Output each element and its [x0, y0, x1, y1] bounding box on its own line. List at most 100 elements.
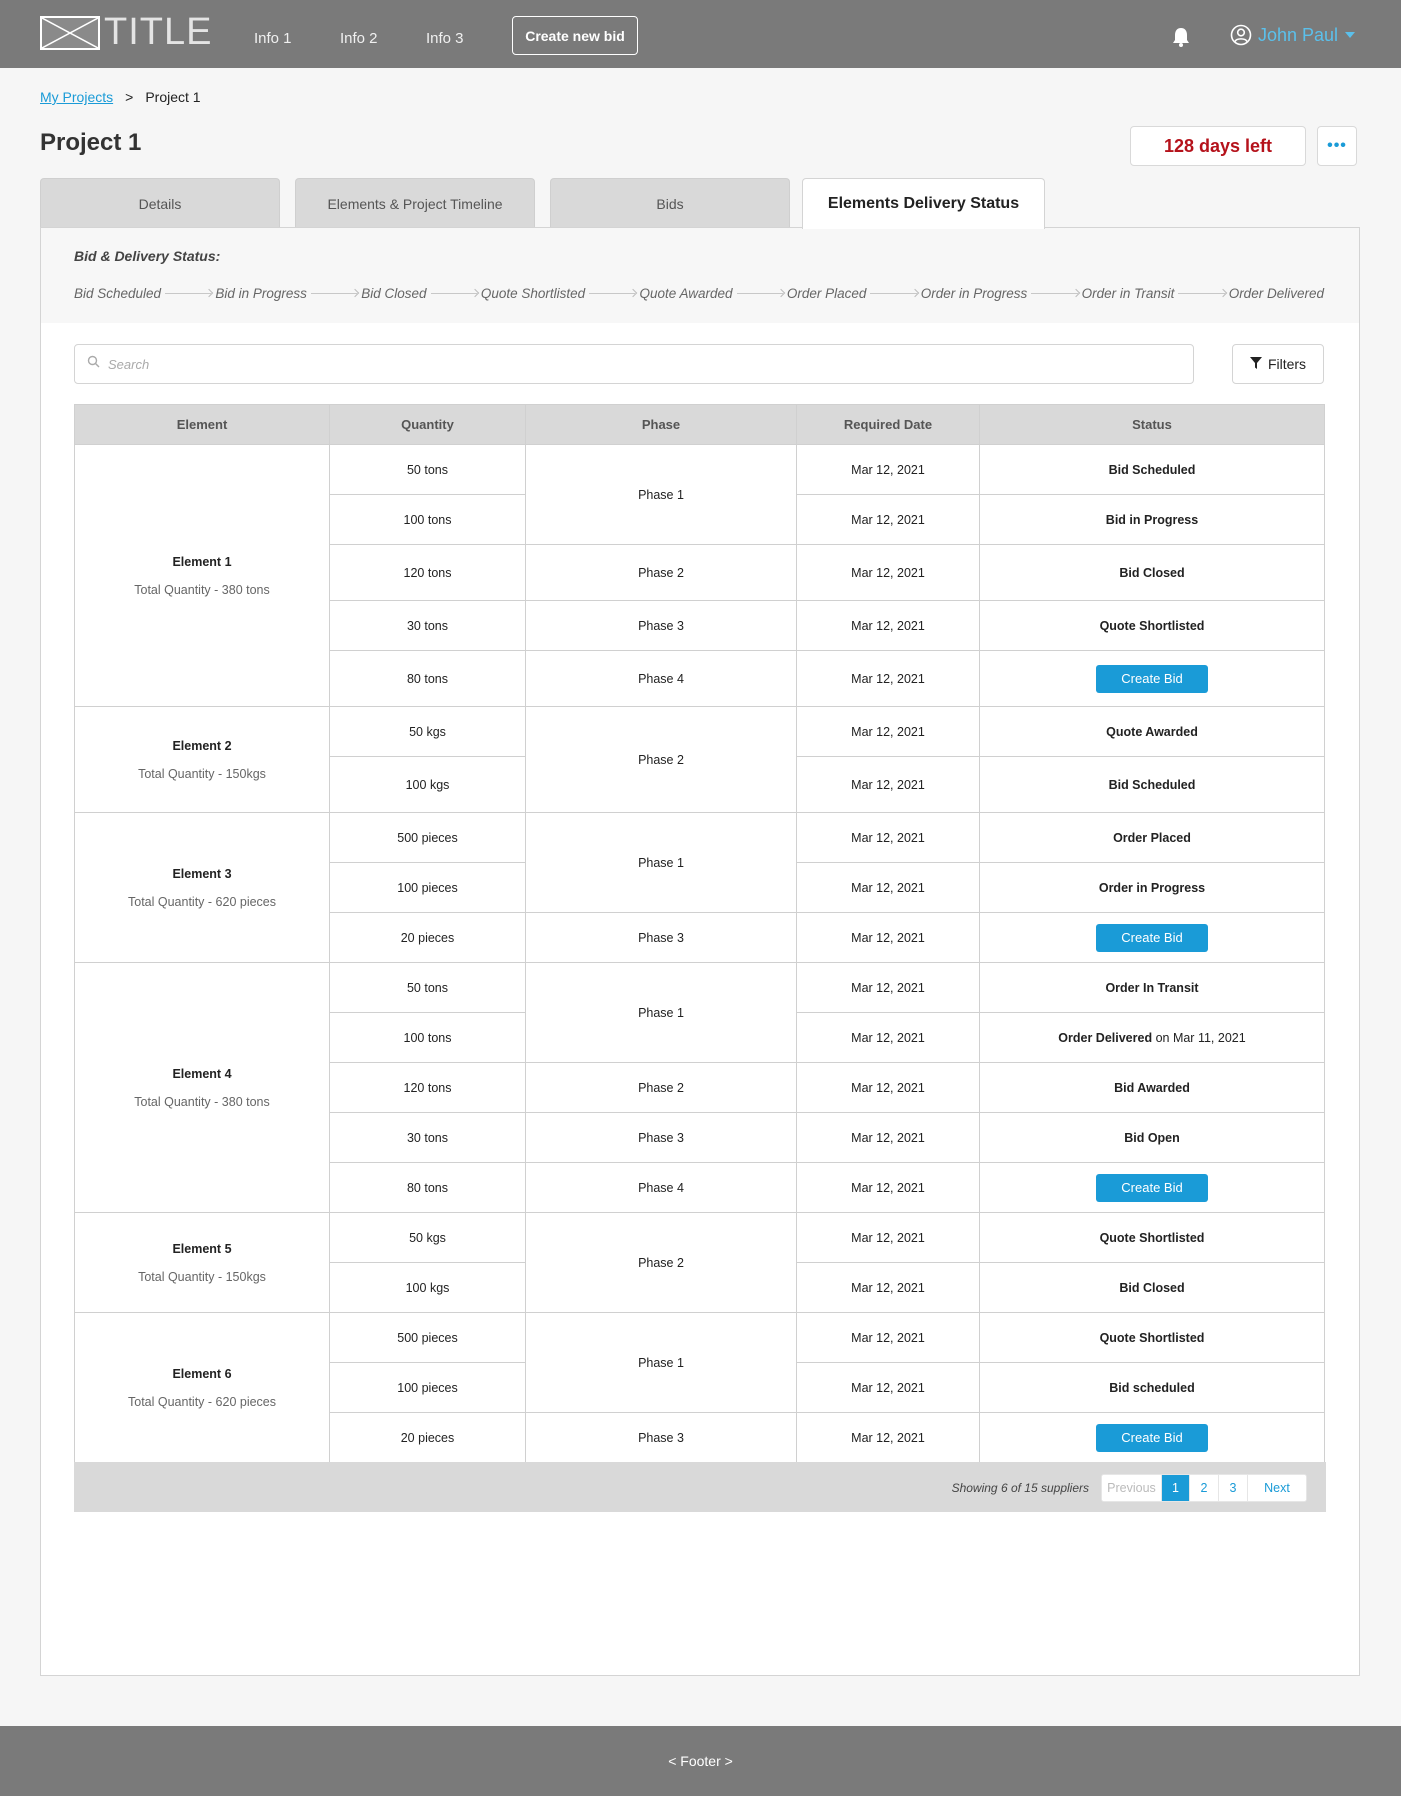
- status-delivered-date: on Mar 11, 2021: [1152, 1030, 1246, 1045]
- create-bid-button[interactable]: Create Bid: [1096, 923, 1208, 952]
- status-cell: Bid Awarded: [979, 1062, 1325, 1113]
- tab-elements-project-timeline[interactable]: Elements & Project Timeline: [295, 178, 535, 228]
- logo-icon[interactable]: [40, 16, 100, 50]
- element-name: Element 5: [172, 1241, 232, 1256]
- tab-details[interactable]: Details: [40, 178, 280, 228]
- search-icon: [87, 355, 100, 373]
- table-row: Element 2 Total Quantity - 150kgs 50 kgs…: [74, 706, 1325, 813]
- status-cell: Create Bid: [979, 912, 1325, 963]
- date-cell: Mar 12, 2021: [796, 544, 980, 601]
- quantity-cell: 20 pieces: [329, 912, 526, 963]
- pagination-page-2[interactable]: 2: [1190, 1475, 1219, 1501]
- quantity-cell: 50 kgs: [329, 1212, 526, 1263]
- breadcrumb: My Projects > Project 1: [40, 88, 201, 106]
- create-bid-button[interactable]: Create Bid: [1096, 1423, 1208, 1452]
- pagination-next[interactable]: Next: [1248, 1475, 1306, 1501]
- quantity-cell: 100 pieces: [329, 862, 526, 913]
- element-name: Element 3: [172, 866, 232, 881]
- quantity-cell: 50 tons: [329, 444, 526, 495]
- status-cell: Create Bid: [979, 1412, 1325, 1463]
- page-title: Project 1: [40, 129, 142, 156]
- date-cell: Mar 12, 2021: [796, 1312, 980, 1363]
- element-cell: Element 2 Total Quantity - 150kgs: [74, 706, 330, 813]
- column-header-required-date[interactable]: Required Date: [796, 404, 980, 445]
- column-header-quantity[interactable]: Quantity: [329, 404, 526, 445]
- status-cell: Bid Scheduled: [979, 444, 1325, 495]
- step-arrow: [736, 292, 783, 294]
- element-name: Element 4: [172, 1066, 232, 1081]
- phase-cell: Phase 1: [525, 1312, 797, 1413]
- phase-cell: Phase 2: [525, 1212, 797, 1313]
- nav-link-info-2[interactable]: Info 2: [340, 30, 378, 48]
- date-cell: Mar 12, 2021: [796, 912, 980, 963]
- logo-title[interactable]: TITLE: [104, 12, 212, 52]
- breadcrumb-my-projects[interactable]: My Projects: [40, 88, 113, 106]
- status-legend-title: Bid & Delivery Status:: [74, 248, 221, 264]
- quantity-cell: 30 tons: [329, 600, 526, 651]
- create-new-bid-button[interactable]: Create new bid: [512, 16, 638, 55]
- pagination-info: Showing 6 of 15 suppliers: [951, 1481, 1089, 1495]
- step-arrow: [589, 292, 636, 294]
- pagination-page-1[interactable]: 1: [1162, 1475, 1190, 1501]
- delivery-status-table: Element Quantity Phase Required Date Sta…: [74, 404, 1325, 1463]
- pagination-previous[interactable]: Previous: [1102, 1475, 1162, 1501]
- status-step: Order in Transit: [1081, 285, 1175, 301]
- status-cell: Bid Closed: [979, 1262, 1325, 1313]
- table-row: Element 1 Total Quantity - 380 tons 50 t…: [74, 444, 1325, 707]
- column-header-element[interactable]: Element: [74, 404, 330, 445]
- main-panel: Bid & Delivery Status: Bid Scheduled Bid…: [40, 227, 1360, 1676]
- phase-cell: Phase 2: [525, 1062, 797, 1113]
- element-total-quantity: Total Quantity - 620 pieces: [128, 894, 276, 909]
- step-arrow: [1178, 292, 1225, 294]
- column-header-phase[interactable]: Phase: [525, 404, 797, 445]
- bell-icon[interactable]: [1170, 26, 1192, 48]
- date-cell: Mar 12, 2021: [796, 1262, 980, 1313]
- status-cell: Create Bid: [979, 650, 1325, 707]
- tab-bids[interactable]: Bids: [550, 178, 790, 228]
- create-bid-button[interactable]: Create Bid: [1096, 664, 1208, 693]
- more-options-button[interactable]: •••: [1317, 126, 1357, 166]
- status-steps: Bid Scheduled Bid in Progress Bid Closed…: [74, 284, 1324, 302]
- status-text: Order Delivered: [1058, 1030, 1153, 1045]
- search-box[interactable]: [74, 344, 1194, 384]
- create-bid-button[interactable]: Create Bid: [1096, 1173, 1208, 1202]
- quantity-cell: 120 tons: [329, 1062, 526, 1113]
- quantity-cell: 30 tons: [329, 1112, 526, 1163]
- caret-down-icon: [1344, 31, 1356, 39]
- nav-link-info-1[interactable]: Info 1: [254, 30, 292, 48]
- date-cell: Mar 12, 2021: [796, 812, 980, 863]
- status-step: Order Delivered: [1228, 285, 1324, 301]
- phase-cell: Phase 1: [525, 812, 797, 913]
- element-total-quantity: Total Quantity - 150kgs: [138, 766, 266, 781]
- status-cell: Order Delivered on Mar 11, 2021: [979, 1012, 1325, 1063]
- search-input[interactable]: [108, 356, 1008, 372]
- phase-cell: Phase 4: [525, 1162, 797, 1213]
- status-step: Bid Closed: [361, 285, 427, 301]
- status-step: Quote Shortlisted: [480, 285, 586, 301]
- status-cell: Order Placed: [979, 812, 1325, 863]
- filter-icon: [1249, 356, 1262, 372]
- element-cell: Element 6 Total Quantity - 620 pieces: [74, 1312, 330, 1463]
- step-arrow: [165, 292, 212, 294]
- footer-text: < Footer >: [668, 1753, 733, 1769]
- user-menu[interactable]: John Paul: [1230, 24, 1356, 46]
- status-cell: Quote Shortlisted: [979, 1312, 1325, 1363]
- element-total-quantity: Total Quantity - 380 tons: [134, 582, 270, 597]
- element-cell: Element 4 Total Quantity - 380 tons: [74, 962, 330, 1213]
- tab-elements-delivery-status[interactable]: Elements Delivery Status: [802, 178, 1045, 229]
- element-name: Element 6: [172, 1366, 232, 1381]
- quantity-cell: 80 tons: [329, 1162, 526, 1213]
- quantity-cell: 500 pieces: [329, 812, 526, 863]
- status-legend: Bid & Delivery Status: Bid Scheduled Bid…: [41, 228, 1359, 323]
- column-header-status[interactable]: Status: [979, 404, 1325, 445]
- footer: < Footer >: [0, 1726, 1401, 1796]
- step-arrow: [310, 292, 358, 294]
- quantity-cell: 50 kgs: [329, 706, 526, 757]
- date-cell: Mar 12, 2021: [796, 756, 980, 813]
- filters-button[interactable]: Filters: [1232, 344, 1324, 384]
- nav-link-info-3[interactable]: Info 3: [426, 30, 464, 48]
- breadcrumb-separator: >: [125, 89, 134, 105]
- user-name: John Paul: [1258, 24, 1339, 45]
- pagination-page-3[interactable]: 3: [1219, 1475, 1248, 1501]
- element-total-quantity: Total Quantity - 150kgs: [138, 1269, 266, 1284]
